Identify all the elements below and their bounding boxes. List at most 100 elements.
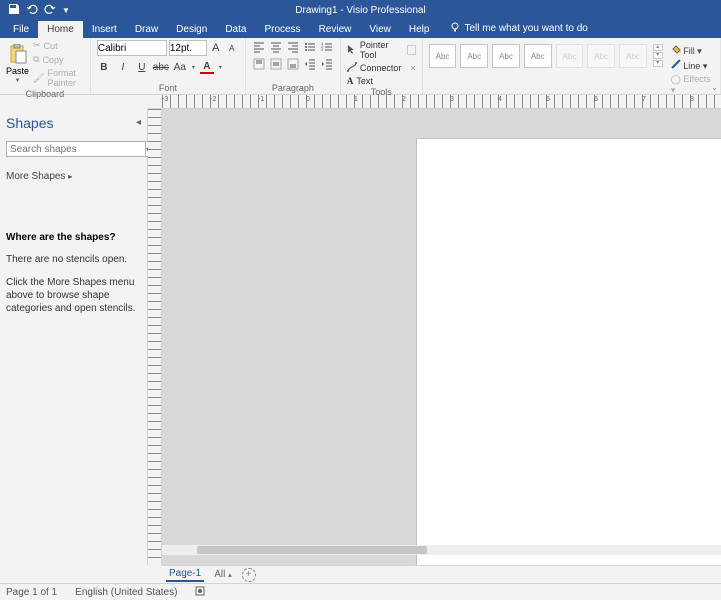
stencil-empty-heading: Where are the shapes? [6,232,141,243]
bullets-button[interactable] [303,40,317,54]
tab-design[interactable]: Design [167,21,216,38]
ribbon: Paste ▼ ✂Cut ⧉Copy 🖌Format Painter Clipb… [0,38,721,95]
tell-me-label: Tell me what you want to do [464,23,587,34]
status-bar: Page 1 of 1 English (United States) [0,583,721,600]
chevron-down-icon[interactable]: ▾ [653,52,663,59]
numbering-button[interactable]: 123 [320,40,334,54]
paste-label: Paste [6,66,29,76]
cursor-icon [347,44,357,56]
line-button[interactable]: Line ▾ [671,59,714,72]
page-tab-1[interactable]: Page-1 [166,567,204,582]
main-area: Shapes ◂ ▾ More Shapes ▸ Where are the s… [0,109,721,565]
font-color-button[interactable]: A [200,60,214,74]
shapes-pane-collapse-icon[interactable]: ◂ [136,117,141,128]
effects-button: ◯ Effects ▾ [671,74,714,96]
tab-process[interactable]: Process [255,21,309,38]
style-swatch-5[interactable]: Abc [556,44,584,68]
more-shapes-menu[interactable]: More Shapes ▸ [6,171,141,182]
group-tools: Pointer Tool Connector× AText Tools [341,38,423,94]
group-clipboard-label: Clipboard [6,88,84,99]
style-swatch-7[interactable]: Abc [619,44,647,68]
status-language[interactable]: English (United States) [75,587,177,598]
align-top-button[interactable] [252,57,266,71]
tab-home[interactable]: Home [38,21,83,38]
expand-icon[interactable]: ▾ [653,60,663,67]
lightbulb-icon [450,22,460,35]
tab-view[interactable]: View [360,21,400,38]
macro-record-icon[interactable] [195,586,205,599]
drawing-canvas[interactable] [162,109,721,565]
horizontal-scrollbar[interactable] [162,545,721,555]
save-icon[interactable] [8,3,20,18]
paste-icon [9,44,27,64]
style-swatch-6[interactable]: Abc [587,44,615,68]
connector-button[interactable]: Connector× [347,62,416,74]
shapes-pane: Shapes ◂ ▾ More Shapes ▸ Where are the s… [0,109,148,565]
chevron-right-icon: ▸ [68,172,72,181]
style-swatch-1[interactable]: Abc [429,44,457,68]
fill-button[interactable]: Fill ▾ [671,44,714,57]
align-center-button[interactable] [269,40,283,54]
effects-icon: ◯ [671,74,681,84]
brush-icon: 🖌 [33,73,44,84]
shapes-search-input[interactable] [6,141,146,157]
undo-icon[interactable] [26,3,38,18]
strikethrough-button[interactable]: abc [154,60,168,74]
quick-access-toolbar: ▼ [0,3,70,18]
align-right-button[interactable] [286,40,300,54]
window-title: Drawing1 - Visio Professional [295,5,425,16]
title-bar: ▼ Drawing1 - Visio Professional [0,0,721,20]
font-size-combo[interactable] [169,40,207,56]
format-painter-button: 🖌Format Painter [33,68,84,88]
align-bottom-button[interactable] [286,57,300,71]
svg-text:3: 3 [321,47,324,52]
grow-font-button[interactable]: A [209,41,223,55]
shrink-font-button[interactable]: A [225,41,239,55]
italic-button[interactable]: I [116,60,130,74]
app-name: Visio Professional [346,5,425,16]
text-tool-button[interactable]: AText [347,76,416,86]
pointer-tool-button[interactable]: Pointer Tool [347,40,416,60]
group-font: A A B I U abc Aa▾ A▾ Font [91,38,246,94]
add-page-button[interactable]: + [242,568,256,582]
bold-button[interactable]: B [97,60,111,74]
tab-review[interactable]: Review [310,21,361,38]
chevron-up-icon: ▴ [228,572,232,579]
change-case-button[interactable]: Aa [173,60,187,74]
cut-button: ✂Cut [33,40,84,51]
qat-dropdown-icon[interactable]: ▼ [62,6,70,15]
tab-help[interactable]: Help [400,21,439,38]
ribbon-collapse-button[interactable]: ⌄ [711,83,718,92]
vertical-ruler [148,109,162,565]
style-gallery-scroller[interactable]: ▴▾▾ [653,44,663,67]
tab-file[interactable]: File [4,21,38,38]
tab-draw[interactable]: Draw [126,21,167,38]
status-page[interactable]: Page 1 of 1 [6,587,57,598]
pen-icon [671,61,681,71]
close-icon[interactable]: × [410,63,415,73]
style-swatch-4[interactable]: Abc [524,44,552,68]
stencil-empty-text-2: Click the More Shapes menu above to brow… [6,276,141,315]
increase-indent-button[interactable] [320,57,334,71]
connector-icon [347,62,357,74]
style-swatch-2[interactable]: Abc [460,44,488,68]
page-tab-all[interactable]: All ▴ [214,569,231,580]
tab-data[interactable]: Data [216,21,255,38]
scrollbar-thumb[interactable] [197,546,427,554]
paste-button[interactable]: Paste ▼ [6,40,29,88]
align-left-button[interactable] [252,40,266,54]
tab-insert[interactable]: Insert [83,21,126,38]
doc-title: Drawing1 [295,5,337,16]
align-middle-button[interactable] [269,57,283,71]
tell-me-search[interactable]: Tell me what you want to do [450,22,587,38]
decrease-indent-button[interactable] [303,57,317,71]
font-name-combo[interactable] [97,40,167,56]
style-swatch-3[interactable]: Abc [492,44,520,68]
horizontal-ruler: -3-2-101234567891011 [148,95,721,109]
chevron-up-icon[interactable]: ▴ [653,44,663,51]
group-font-label: Font [97,82,239,93]
underline-button[interactable]: U [135,60,149,74]
group-clipboard: Paste ▼ ✂Cut ⧉Copy 🖌Format Painter Clipb… [0,38,91,94]
page-surface[interactable] [417,139,721,565]
redo-icon[interactable] [44,3,56,18]
